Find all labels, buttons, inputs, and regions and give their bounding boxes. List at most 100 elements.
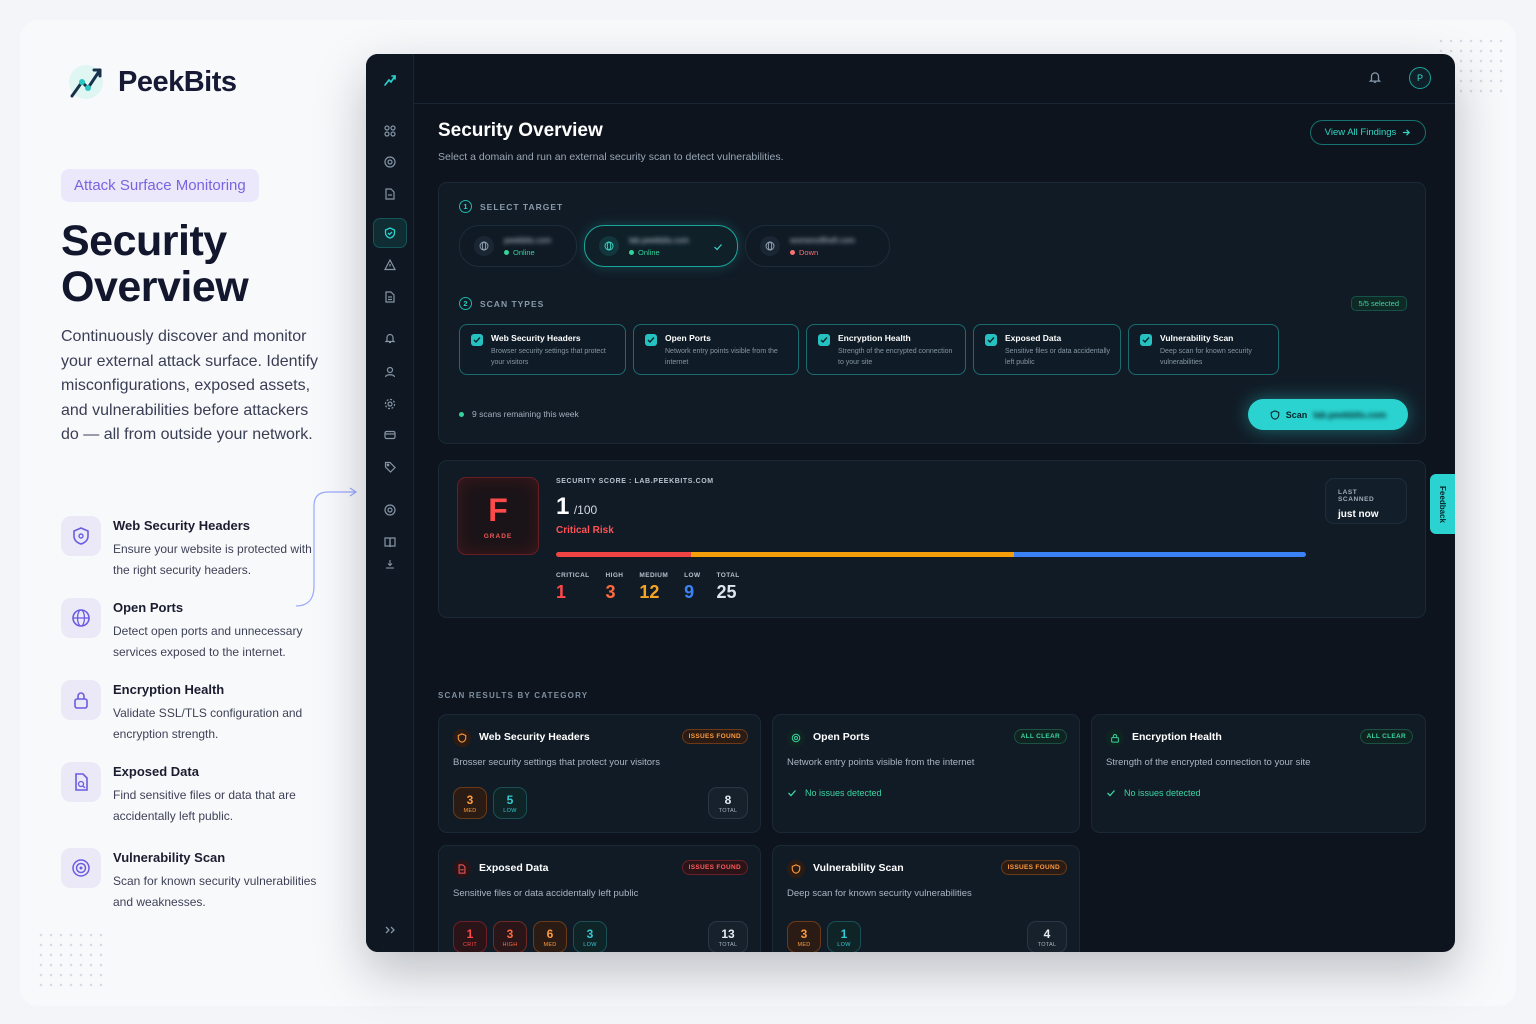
count-total: TOTAL 25 (716, 572, 740, 602)
target-peekbits[interactable]: peekbits.com Online (459, 225, 577, 267)
target-icon[interactable] (380, 152, 400, 172)
scan-type-title: Web Security Headers (491, 333, 581, 343)
document-icon (453, 860, 471, 878)
checkbox-checked-icon[interactable] (1140, 334, 1152, 346)
severity-bar (556, 552, 1306, 557)
checkbox-checked-icon[interactable] (645, 334, 657, 346)
risk-level: Critical Risk (556, 525, 614, 536)
result-card-web-security-headers[interactable]: Web Security Headers ISSUES FOUND Brosse… (438, 714, 761, 833)
card-icon[interactable] (380, 425, 400, 445)
card-description: Network entry points visible from the in… (787, 757, 975, 768)
score-value: 1 /100 (556, 493, 597, 521)
user-icon[interactable] (380, 362, 400, 382)
card-description: Brosser security settings that protect y… (453, 757, 660, 768)
scan-type-title: Vulnerability Scan (1160, 333, 1234, 343)
all-clear-badge: ALL CLEAR (1359, 729, 1413, 744)
scan-type-open-ports[interactable]: Open Ports Network entry points visible … (633, 324, 799, 375)
book-icon[interactable] (380, 532, 400, 552)
step-scan-types: 2 SCAN TYPES (459, 297, 544, 310)
result-card-vulnerability-scan[interactable]: Vulnerability Scan ISSUES FOUND Deep sca… (772, 845, 1080, 952)
gear-icon[interactable] (380, 394, 400, 414)
last-scanned: LAST SCANNED just now (1325, 478, 1407, 524)
card-description: Sensitive files or data accidentally lef… (453, 888, 639, 899)
result-card-open-ports[interactable]: Open Ports ALL CLEAR Network entry point… (772, 714, 1080, 833)
severity-counts: CRITICAL 1 HIGH 3 MEDIUM 12 LOW 9 TOTAL 25 (556, 572, 756, 603)
tag-label: Attack Surface Monitoring (61, 169, 259, 202)
checkbox-checked-icon[interactable] (471, 334, 483, 346)
document-icon[interactable] (380, 184, 400, 204)
support-icon[interactable] (380, 500, 400, 520)
feature-title: Open Ports (113, 600, 184, 615)
globe-icon (474, 236, 494, 256)
score-label: SECURITY SCORE : LAB.PEEKBITS.COM (556, 478, 714, 485)
total-count: 8 TOTAL (708, 787, 748, 819)
severity-bar-segment (556, 552, 691, 557)
tag-icon[interactable] (380, 457, 400, 477)
report-icon[interactable] (380, 287, 400, 307)
last-scanned-label: LAST SCANNED (1338, 489, 1375, 503)
dot-pattern (36, 930, 106, 990)
scan-type-description: Browser security settings that protect y… (491, 348, 606, 366)
shield-icon[interactable] (380, 223, 400, 243)
card-description: Deep scan for known security vulnerabili… (787, 888, 972, 899)
card-title: Encryption Health (1132, 731, 1222, 743)
brand: PeekBits (66, 62, 237, 102)
issues-badge: ISSUES FOUND (681, 729, 748, 744)
scan-button[interactable]: Scan lab.peekbits.com (1248, 399, 1408, 430)
check-icon (788, 790, 796, 797)
download-icon[interactable] (380, 554, 400, 574)
target-icon (787, 729, 805, 747)
scans-remaining-text: 9 scans remaining this week (472, 409, 579, 419)
view-all-findings-button[interactable]: View All Findings (1310, 120, 1426, 145)
grid-icon[interactable] (380, 121, 400, 141)
checkbox-checked-icon[interactable] (985, 334, 997, 346)
severity-pills: 1 CRIT 3 HIGH 6 MED 3 LOW (453, 921, 607, 952)
hero-description: Continuously discover and monitor your e… (61, 328, 319, 443)
score-max: /100 (573, 503, 598, 517)
pill-critical: 1 CRIT (453, 921, 487, 952)
bell-icon[interactable] (1368, 70, 1382, 89)
expand-sidebar-icon[interactable] (380, 920, 400, 940)
scan-type-encryption-health[interactable]: Encryption Health Strength of the encryp… (806, 324, 966, 375)
hero-title: Security Overview (61, 217, 249, 311)
pill-low: 5 LOW (493, 787, 527, 819)
result-card-encryption-health[interactable]: Encryption Health ALL CLEAR Strength of … (1091, 714, 1426, 833)
issues-badge: ISSUES FOUND (1000, 860, 1067, 875)
page-title: Security Overview (438, 120, 603, 141)
target-status: Down (790, 248, 855, 257)
count-high: HIGH 3 (605, 572, 624, 602)
check-icon (714, 244, 722, 251)
feature-web-security-headers: Web Security Headers Ensure your website… (61, 516, 331, 580)
scan-type-web-security-headers[interactable]: Web Security Headers Browser security se… (459, 324, 626, 375)
avatar[interactable]: P (1409, 67, 1431, 89)
scan-type-vulnerability-scan[interactable]: Vulnerability Scan Deep scan for known s… (1128, 324, 1279, 375)
scan-config-panel: 1 SELECT TARGET peekbits.com Online lab.… (438, 182, 1426, 444)
issues-badge: ISSUES FOUND (681, 860, 748, 875)
bell-icon[interactable] (380, 328, 400, 348)
feedback-tab[interactable]: Feedback (1430, 474, 1455, 534)
severity-bar-segment (691, 552, 1014, 557)
warning-icon[interactable] (380, 255, 400, 275)
step-label: SCAN TYPES (480, 298, 545, 309)
grade-letter: F (488, 492, 508, 528)
target-status: Online (504, 248, 551, 257)
shield-icon (61, 516, 101, 556)
target-womenofthefi[interactable]: womenofthefi.com Down (745, 225, 890, 267)
status-dot (459, 411, 464, 417)
feature-description: Detect open ports and unnecessary servic… (113, 624, 303, 659)
logo-icon[interactable] (380, 70, 400, 90)
brand-name: PeekBits (118, 65, 237, 98)
scan-type-exposed-data[interactable]: Exposed Data Sensitive files or data acc… (973, 324, 1121, 375)
total-count: 13 TOTAL (708, 921, 748, 952)
view-all-findings-label: View All Findings (1324, 127, 1397, 138)
selected-count-badge: 5/5 selected (1350, 296, 1407, 311)
globe-icon (760, 236, 780, 256)
checkbox-checked-icon[interactable] (818, 334, 830, 346)
result-card-exposed-data[interactable]: Exposed Data ISSUES FOUND Sensitive file… (438, 845, 761, 952)
card-title: Web Security Headers (479, 731, 590, 743)
scan-button-target: lab.peekbits.com (1313, 409, 1387, 420)
target-lab-peekbits[interactable]: lab.peekbits.com Online (584, 225, 738, 267)
step-label: SELECT TARGET (480, 201, 564, 212)
feature-description: Ensure your website is protected with th… (113, 542, 312, 577)
pill-high: 3 HIGH (493, 921, 527, 952)
